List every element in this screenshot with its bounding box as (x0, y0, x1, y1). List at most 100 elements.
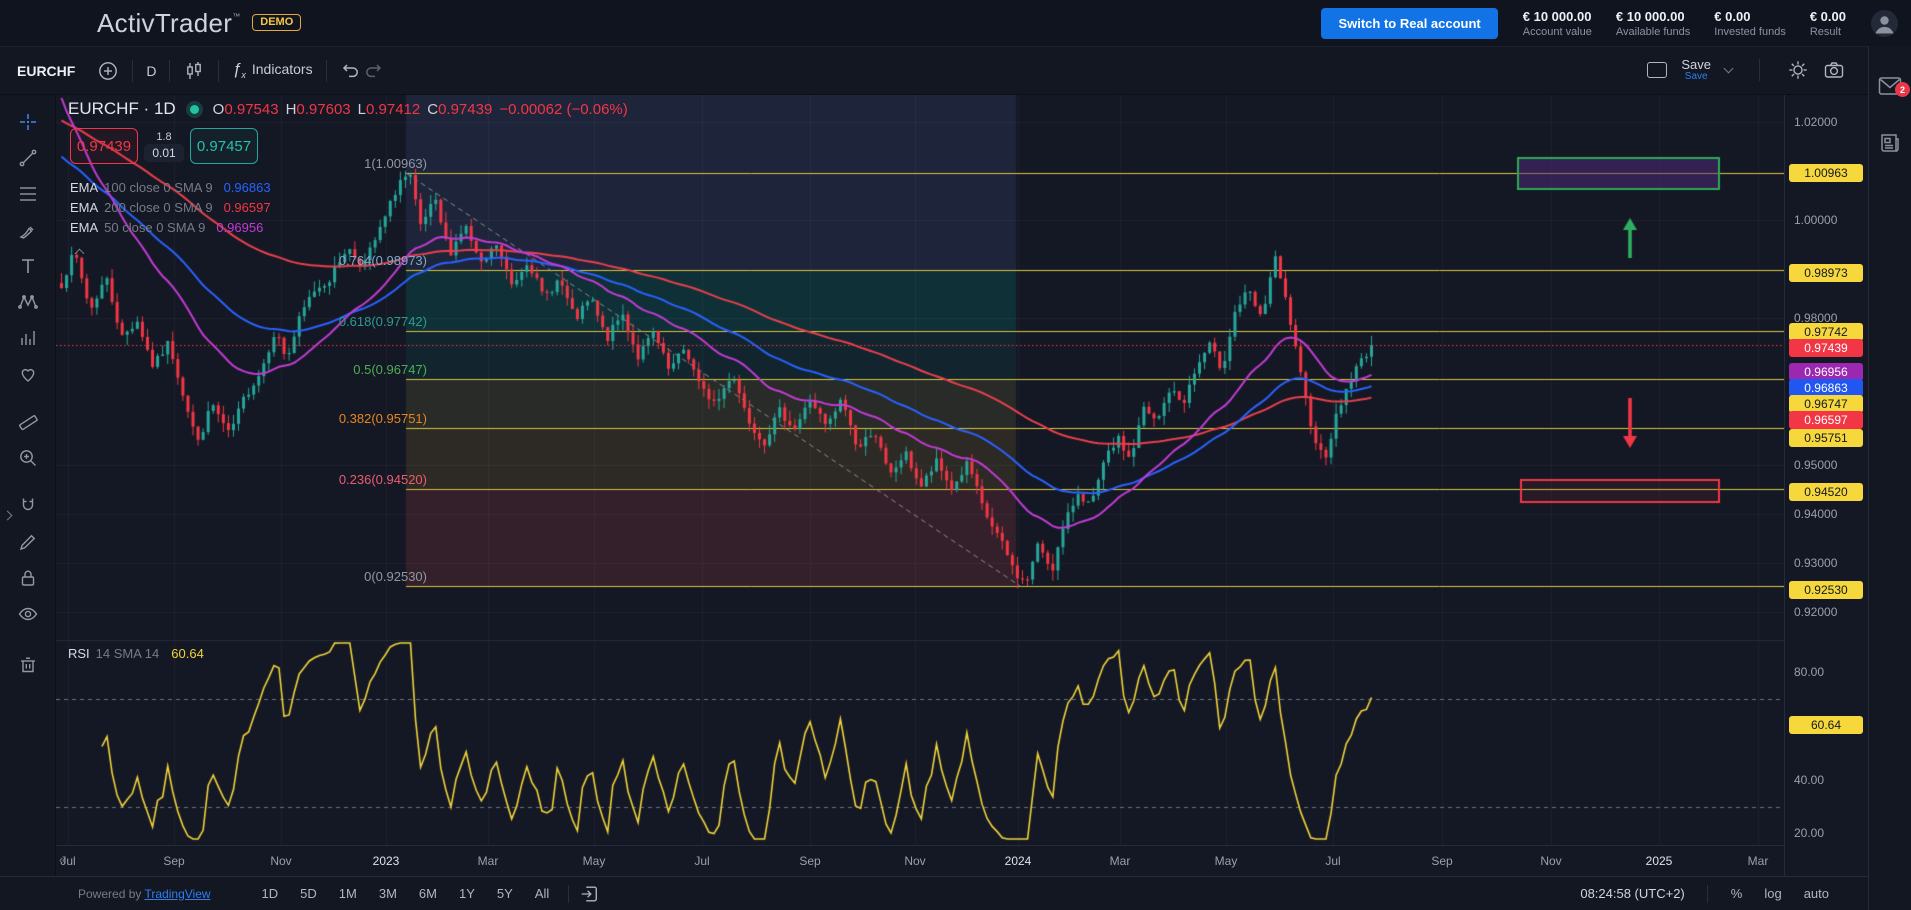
change-value: −0.00062 (−0.06%) (499, 101, 627, 118)
time-label: Jul (679, 854, 725, 868)
heart-icon (17, 363, 39, 385)
save-button[interactable]: Save Save (1681, 58, 1711, 82)
time-label: 2024 (995, 854, 1041, 868)
log-scale-button[interactable]: log (1755, 883, 1790, 904)
time-label: May (1203, 854, 1249, 868)
chart-pane: EURCHF · 1D O0.97543 H0.97603 L0.97412 C… (56, 95, 1784, 845)
chart-type-icon[interactable] (183, 60, 205, 82)
news-icon[interactable] (1878, 131, 1902, 160)
stat-value: € 10 000.00 (1523, 9, 1592, 24)
symbol-label[interactable]: EURCHF (17, 63, 75, 79)
fib-level-label: 0.618(0.97742) (56, 314, 427, 329)
ema-params: 50 close 0 SMA 9 (104, 220, 205, 235)
crosshair-tool[interactable] (11, 104, 45, 140)
range-1m-button[interactable]: 1M (330, 882, 366, 905)
compare-add-icon[interactable] (97, 60, 119, 82)
drawing-icon (17, 531, 39, 553)
goto-date-icon[interactable] (579, 884, 599, 904)
fib-level-label: 1(1.00963) (56, 156, 427, 171)
ema-value: 0.96863 (224, 180, 271, 195)
heart-tool[interactable] (11, 356, 45, 392)
bars-pattern-tool[interactable] (11, 320, 45, 356)
range-5d-button[interactable]: 5D (291, 882, 326, 905)
chart-canvas[interactable] (56, 95, 1784, 845)
ema-value: 0.96597 (224, 200, 271, 215)
trend-line-tool[interactable] (11, 140, 45, 176)
switch-to-real-button[interactable]: Switch to Real account (1321, 8, 1497, 39)
auto-scale-button[interactable]: auto (1795, 883, 1838, 904)
time-label: Nov (1528, 854, 1574, 868)
range-3m-button[interactable]: 3M (370, 882, 406, 905)
stat-value: € 0.00 (1810, 9, 1846, 24)
price-badge: 0.96597 (1789, 411, 1863, 429)
chart-legend: EURCHF · 1D O0.97543 H0.97603 L0.97412 C… (68, 99, 628, 119)
stat-value: € 0.00 (1714, 9, 1786, 24)
range-1d-button[interactable]: 1D (253, 882, 288, 905)
zoom-in-tool[interactable] (11, 440, 45, 476)
interval-button[interactable]: D (146, 63, 156, 79)
text-tool[interactable] (11, 248, 45, 284)
powered-by: Powered by TradingView (78, 887, 211, 901)
zoom-in-icon (17, 447, 39, 469)
fib-level-label: 0.764(0.98973) (56, 253, 427, 268)
price-tick: 80.00 (1794, 665, 1824, 679)
ema-row[interactable]: EMA100 close 0 SMA 90.96863 (70, 177, 271, 197)
rsi-value: 60.64 (171, 646, 204, 661)
side-panel-toggle[interactable] (0, 500, 15, 530)
fib-retracement-tool[interactable] (11, 176, 45, 212)
demo-badge: DEMO (252, 14, 301, 31)
undo-icon[interactable] (340, 60, 362, 82)
tradingview-link[interactable]: TradingView (145, 887, 211, 901)
ema-row[interactable]: EMA200 close 0 SMA 90.96597 (70, 197, 271, 217)
right-sidebar: 2 (1868, 46, 1911, 910)
settings-gear-icon[interactable] (1787, 59, 1809, 81)
indicator-legend: EMA100 close 0 SMA 90.96863EMA200 close … (70, 177, 271, 237)
fib-retracement-icon (17, 183, 39, 205)
trend-line-icon (17, 147, 39, 169)
remove-tool[interactable] (11, 646, 45, 682)
brush-icon (17, 219, 39, 241)
price-axis[interactable]: 1.020001.000000.980000.950000.940000.930… (1784, 95, 1868, 876)
ema-name: EMA (70, 200, 98, 215)
app-logo: ActivTrader ™ DEMO (97, 10, 301, 36)
time-axis[interactable]: « JulSepNov2023MarMayJulSepNov2024MarMay… (56, 845, 1784, 876)
time-label: 2023 (363, 854, 409, 868)
eye-icon (17, 603, 39, 625)
ema-name: EMA (70, 180, 98, 195)
remove-icon (17, 653, 39, 675)
lock-tool[interactable] (11, 560, 45, 596)
magnet-tool[interactable] (11, 488, 45, 524)
time-label: Nov (892, 854, 938, 868)
legend-symbol[interactable]: EURCHF · 1D (68, 99, 176, 119)
camera-snapshot-icon[interactable] (1823, 59, 1845, 81)
time-label: Sep (1419, 854, 1465, 868)
price-badge: 0.98973 (1789, 264, 1863, 282)
price-tick: 0.92000 (1794, 605, 1837, 619)
range-all-button[interactable]: All (526, 882, 558, 905)
stat-label: Invested funds (1714, 26, 1786, 38)
ema-value: 0.96956 (216, 220, 263, 235)
eye-tool[interactable] (11, 596, 45, 632)
time-label: Mar (465, 854, 511, 868)
ema-row[interactable]: EMA50 close 0 SMA 90.96956 (70, 217, 271, 237)
range-6m-button[interactable]: 6M (410, 882, 446, 905)
save-dropdown-icon[interactable] (1724, 64, 1734, 74)
range-5y-button[interactable]: 5Y (488, 882, 522, 905)
drawing-toolbar (0, 95, 56, 876)
avatar[interactable] (1871, 10, 1898, 37)
market-status-dot (190, 105, 199, 114)
layout-icon[interactable] (1647, 62, 1667, 78)
price-tick: 20.00 (1794, 826, 1824, 840)
brush-tool[interactable] (11, 212, 45, 248)
bottom-bar: Powered by TradingView 1D5D1M3M6M1Y5YAll… (0, 876, 1868, 910)
xabcd-pattern-tool[interactable] (11, 284, 45, 320)
logo-text: ActivTrader (97, 10, 232, 36)
trademark: ™ (232, 12, 240, 21)
redo-icon[interactable] (362, 60, 384, 82)
xabcd-pattern-icon (17, 291, 39, 313)
indicators-button[interactable]: ƒx Indicators (232, 61, 312, 80)
measure-tool[interactable] (11, 404, 45, 440)
percent-scale-button[interactable]: % (1722, 883, 1752, 904)
range-1y-button[interactable]: 1Y (450, 882, 484, 905)
drawing-tool[interactable] (11, 524, 45, 560)
